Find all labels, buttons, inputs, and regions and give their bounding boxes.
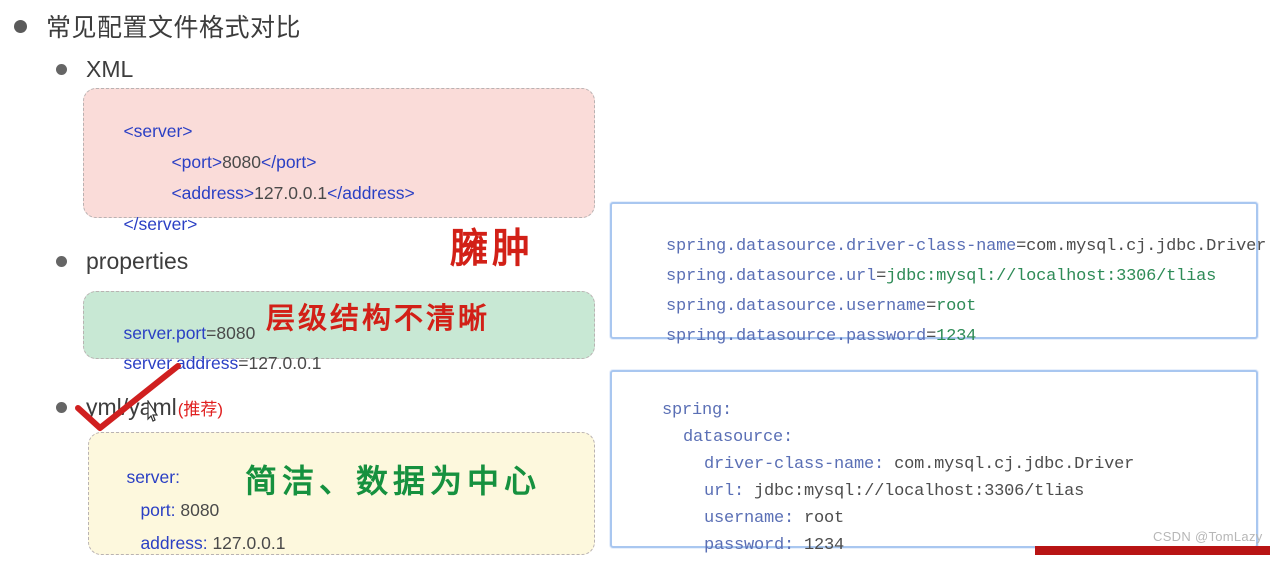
bottom-red-bar xyxy=(1035,546,1270,555)
yaml-panel-key: password: xyxy=(704,536,795,555)
annotation-properties-unclear: 层级结构不清晰 xyxy=(266,301,491,335)
section-label-xml: XML xyxy=(86,56,134,82)
section-label-yaml-recommended: (推荐) xyxy=(177,400,224,419)
section-heading-xml: XML xyxy=(56,56,133,83)
properties-code-line: server.address=127.0.0.1 xyxy=(104,332,321,395)
properties-key: server.address xyxy=(123,353,239,373)
xml-tag-close: </server> xyxy=(123,214,198,234)
section-label-yaml: yml/yaml xyxy=(86,394,177,420)
annotation-yaml-concise: 简洁、数据为中心 xyxy=(245,462,542,500)
properties-panel-line: spring.datasource.password=1234 xyxy=(626,308,976,365)
section-heading-yaml: yml/yaml (推荐) xyxy=(56,394,223,421)
bullet-dot-icon xyxy=(56,256,67,267)
properties-value: 127.0.0.1 xyxy=(248,353,322,373)
yaml-code-line: address: 127.0.0.1 xyxy=(121,512,285,575)
yaml-value-text: 127.0.0.1 xyxy=(212,533,286,553)
yaml-example-panel: spring: datasource: driver-class-name: c… xyxy=(610,370,1258,555)
bullet-dot-icon xyxy=(14,19,27,33)
yaml-code-card: server: port: 8080 address: 127.0.0.1 简洁… xyxy=(88,432,595,555)
slide-title-row: 常见配置文件格式对比 xyxy=(14,8,301,44)
properties-code-card: server.port=8080 server.address=127.0.0.… xyxy=(83,291,595,373)
yaml-panel-space xyxy=(794,536,804,555)
properties-panel-value: 1234 xyxy=(936,327,977,346)
bullet-dot-icon xyxy=(56,402,67,413)
properties-panel-sep: = xyxy=(926,327,937,346)
xml-value: 127.0.0.1 xyxy=(254,183,328,203)
properties-example-panel: spring.datasource.driver-class-name=com.… xyxy=(610,202,1266,346)
yaml-panel-line: password: 1234 xyxy=(664,517,844,574)
yaml-panel-value: 1234 xyxy=(804,536,845,555)
section-heading-properties: properties xyxy=(56,248,188,275)
properties-sep: = xyxy=(238,353,249,373)
bullet-dot-icon xyxy=(56,64,67,75)
xml-tag-close: </address> xyxy=(327,183,415,203)
section-label-properties: properties xyxy=(86,248,189,274)
xml-code-card: <server> <port>8080</port> <address>127.… xyxy=(83,88,595,272)
annotation-xml-bloated: 臃肿 xyxy=(450,224,535,272)
properties-panel-key: spring.datasource.password xyxy=(666,327,927,346)
csdn-watermark: CSDN @TomLazy xyxy=(1153,529,1263,544)
page-title: 常见配置文件格式对比 xyxy=(46,14,302,42)
yaml-key: address: xyxy=(140,533,208,553)
xml-code-line: </server> xyxy=(104,193,197,256)
